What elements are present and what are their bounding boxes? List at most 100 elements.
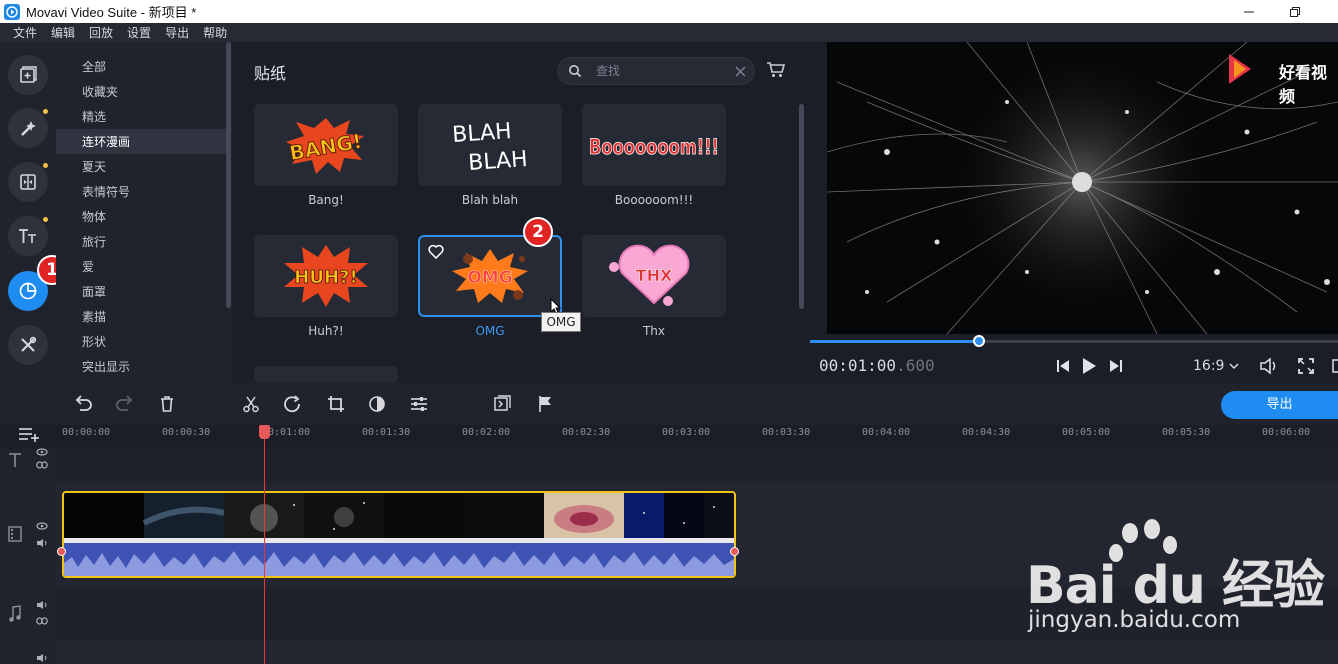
svg-text:BLAH: BLAH xyxy=(467,147,528,176)
flag-icon xyxy=(539,396,551,412)
clip-trim-handle-right[interactable] xyxy=(730,547,739,556)
clip-trim-handle-left[interactable] xyxy=(57,547,66,556)
scissors-icon xyxy=(243,396,259,413)
color-adjust-icon xyxy=(369,396,385,412)
video-track-icon xyxy=(8,526,22,542)
record-voiceover-button[interactable] xyxy=(492,393,514,415)
music-note-icon xyxy=(9,605,21,622)
import-button[interactable] xyxy=(8,55,48,95)
rotate-button[interactable] xyxy=(282,393,304,415)
menu-file[interactable]: 文件 xyxy=(6,24,44,41)
aspect-ratio-select[interactable]: 16:9 xyxy=(1193,358,1239,374)
fullscreen-icon[interactable] xyxy=(1297,357,1315,375)
minimize-button[interactable] xyxy=(1226,0,1272,23)
extra-track[interactable] xyxy=(56,640,1338,664)
add-track-icon[interactable] xyxy=(18,425,40,443)
next-frame-icon[interactable] xyxy=(1108,358,1124,374)
window-title: Movavi Video Suite - 新项目 * xyxy=(26,5,197,20)
svg-text:HUH?!: HUH?! xyxy=(294,267,357,288)
restore-button[interactable] xyxy=(1272,0,1318,23)
timecode: 00:01:00.600 xyxy=(819,356,935,375)
store-cart-icon[interactable] xyxy=(766,61,786,78)
sliders-icon xyxy=(411,397,427,411)
search-input[interactable] xyxy=(596,62,726,80)
category-comics[interactable]: 连环漫画 xyxy=(56,129,226,154)
new-indicator-dot xyxy=(43,109,48,114)
titles-button[interactable] xyxy=(8,216,48,256)
tick-label: 00:05:00 xyxy=(1062,427,1111,438)
category-scrollbar[interactable] xyxy=(226,42,231,308)
editing-toolbar: 导出 xyxy=(0,383,1338,425)
visibility-eye-icon[interactable] xyxy=(36,448,48,456)
category-featured[interactable]: 精选 xyxy=(56,104,226,129)
sticker-tile-huh[interactable]: HUH?! xyxy=(254,235,398,317)
category-favorites[interactable]: 收藏夹 xyxy=(56,79,226,104)
sticker-gallery: 贴纸 BANG! Bang! BLAH BLAH Blah blah Boooo… xyxy=(232,42,810,383)
watermark-url: jingyan.baidu.com xyxy=(1028,607,1241,633)
sticker-tile-blah-blah[interactable]: BLAH BLAH xyxy=(418,104,562,186)
title-track[interactable] xyxy=(56,449,1338,482)
playhead-handle[interactable] xyxy=(259,425,270,439)
speaker-icon[interactable] xyxy=(36,653,48,663)
delete-button[interactable] xyxy=(156,393,178,415)
menu-export[interactable]: 导出 xyxy=(158,24,196,41)
category-objects[interactable]: 物体 xyxy=(56,204,226,229)
gallery-title: 贴纸 xyxy=(254,64,287,83)
menu-playback[interactable]: 回放 xyxy=(82,24,120,41)
sticker-tile-bang[interactable]: BANG! xyxy=(254,104,398,186)
category-masks[interactable]: 面罩 xyxy=(56,279,226,304)
favorite-heart-icon[interactable] xyxy=(428,244,444,259)
category-all[interactable]: 全部 xyxy=(56,54,226,79)
baidu-jingyan-watermark: Bai du 经验 jingyan.baidu.com xyxy=(1026,519,1326,643)
link-icon[interactable] xyxy=(36,461,48,469)
menu-settings[interactable]: 设置 xyxy=(120,24,158,41)
transitions-button[interactable] xyxy=(8,162,48,202)
sticker-tile-omg[interactable]: OMG xyxy=(418,235,562,317)
category-shapes[interactable]: 形状 xyxy=(56,329,226,354)
playback-progress[interactable] xyxy=(810,335,1338,347)
sticker-tile-thx[interactable]: THX xyxy=(582,235,726,317)
detach-preview-icon[interactable] xyxy=(1332,358,1338,374)
export-button[interactable]: 导出 xyxy=(1221,391,1338,419)
boom-sticker-art: Booooooom!!! xyxy=(589,135,720,160)
crop-button[interactable] xyxy=(325,393,347,415)
category-summer[interactable]: 夏天 xyxy=(56,154,226,179)
speaker-icon[interactable] xyxy=(36,538,48,548)
magic-tools-button[interactable] xyxy=(8,108,48,148)
category-highlights[interactable]: 突出显示 xyxy=(56,354,226,379)
tick-label: 00:03:00 xyxy=(662,427,711,438)
redo-button[interactable] xyxy=(114,393,136,415)
menu-help[interactable]: 帮助 xyxy=(196,24,234,41)
color-adjust-button[interactable] xyxy=(366,393,388,415)
video-clip[interactable] xyxy=(62,491,736,578)
video-preview[interactable]: 好看视频 xyxy=(827,42,1338,334)
add-marker-button[interactable] xyxy=(534,393,556,415)
category-sketch[interactable]: 素描 xyxy=(56,304,226,329)
speaker-icon[interactable] xyxy=(36,600,48,610)
previous-frame-icon[interactable] xyxy=(1055,358,1071,374)
category-emoji[interactable]: 表情符号 xyxy=(56,179,226,204)
split-button[interactable] xyxy=(240,393,262,415)
clear-icon[interactable] xyxy=(735,66,746,77)
timeline-ruler[interactable]: 00:00:00 00:00:30 00:01:00 00:01:30 00:0… xyxy=(0,425,1338,449)
undo-button[interactable] xyxy=(72,393,94,415)
more-tools-button[interactable] xyxy=(8,325,48,365)
undo-icon xyxy=(75,395,92,411)
category-travel[interactable]: 旅行 xyxy=(56,229,226,254)
title-track-header xyxy=(0,448,56,482)
gallery-scrollbar[interactable] xyxy=(799,104,804,309)
audio-waveform[interactable] xyxy=(64,543,734,576)
tick-label: 00:02:30 xyxy=(562,427,611,438)
visibility-eye-icon[interactable] xyxy=(36,522,48,530)
sticker-tile-partial[interactable] xyxy=(254,366,398,383)
clip-properties-button[interactable] xyxy=(408,393,430,415)
progress-knob[interactable] xyxy=(972,335,985,347)
bang-sticker-art: BANG! xyxy=(286,118,364,174)
stickers-icon xyxy=(19,282,37,300)
volume-icon[interactable] xyxy=(1259,357,1279,375)
category-love[interactable]: 爱 xyxy=(56,254,226,279)
menu-edit[interactable]: 编辑 xyxy=(44,24,82,41)
play-icon[interactable] xyxy=(1081,357,1097,375)
sticker-tile-boom[interactable]: Booooooom!!! xyxy=(582,104,726,186)
link-icon[interactable] xyxy=(36,617,48,625)
